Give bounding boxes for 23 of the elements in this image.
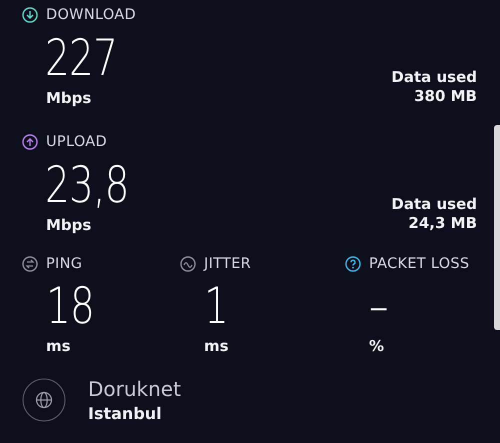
globe-icon[interactable] bbox=[22, 378, 66, 422]
speed-unit: Mbps bbox=[46, 89, 92, 107]
metric-value: 1 bbox=[204, 281, 230, 331]
data-used-value: 24,3 MB bbox=[408, 214, 477, 232]
data-used-label: Data used bbox=[391, 195, 477, 213]
data-used-value: 380 MB bbox=[414, 87, 477, 105]
server-name: Doruknet bbox=[88, 377, 181, 401]
metric-unit: % bbox=[369, 337, 386, 355]
speed-value: 23,8 bbox=[45, 160, 129, 210]
metric-label: PACKET LOSS bbox=[369, 256, 470, 272]
speed-unit: Mbps bbox=[46, 216, 92, 234]
metric-label: PING bbox=[46, 256, 82, 272]
scrollbar[interactable] bbox=[494, 125, 500, 330]
metric-label: JITTER bbox=[204, 256, 252, 272]
speed-label: DOWNLOAD bbox=[46, 7, 136, 23]
metric-value: – bbox=[369, 281, 389, 331]
server-location: Istanbul bbox=[88, 404, 163, 423]
metric-unit: ms bbox=[46, 337, 72, 355]
speed-label: UPLOAD bbox=[46, 134, 107, 150]
data-used-label: Data used bbox=[391, 68, 477, 86]
metric-value: 18 bbox=[46, 281, 96, 331]
metric-unit: ms bbox=[204, 337, 230, 355]
speed-value: 227 bbox=[45, 33, 118, 83]
